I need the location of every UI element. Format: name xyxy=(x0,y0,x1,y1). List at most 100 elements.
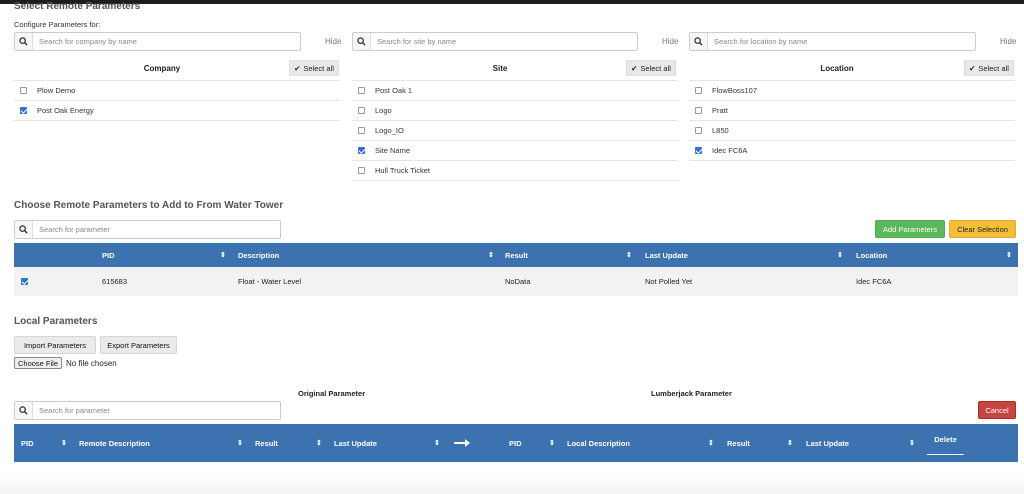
row-checkbox[interactable] xyxy=(21,278,28,285)
sort-icon[interactable]: ⇕ xyxy=(237,424,243,462)
table-row[interactable]: 615683 Float - Water Level NoData Not Po… xyxy=(14,267,1018,296)
list-item-label: Logo xyxy=(375,106,392,115)
column-header-local-description[interactable]: Local Description xyxy=(567,424,630,462)
sort-icon[interactable]: ⇕ xyxy=(220,243,226,267)
sort-icon[interactable]: ⇕ xyxy=(626,243,632,267)
sort-icon[interactable]: ⇕ xyxy=(488,243,494,267)
site-list-item[interactable]: Hull Truck Ticket xyxy=(352,161,678,180)
clear-selection-button[interactable]: Clear Selection xyxy=(949,220,1016,238)
arrow-right-icon xyxy=(454,424,470,462)
divider xyxy=(14,120,340,121)
location-select-all-button[interactable]: ✔ Select all xyxy=(964,60,1014,76)
section-title-select-remote: Select Remote Parameters xyxy=(14,1,141,12)
check-icon: ✔ xyxy=(294,63,301,73)
site-list: Post Oak 1 Logo Logo_IO Site Name Hull Truck… xyxy=(352,80,678,181)
cell-result: NoData xyxy=(505,277,531,286)
sort-icon[interactable]: ⇕ xyxy=(837,243,843,267)
column-header-delete[interactable]: Delete xyxy=(927,424,964,455)
checkbox[interactable] xyxy=(358,107,365,114)
sort-icon[interactable]: ⇕ xyxy=(909,424,915,462)
remote-parameter-search-input[interactable] xyxy=(33,221,280,238)
company-hide-link[interactable]: Hide xyxy=(325,37,341,46)
local-parameter-search-input[interactable] xyxy=(33,402,280,419)
sort-icon[interactable]: ⇕ xyxy=(434,424,440,462)
list-item-label: Hull Truck Ticket xyxy=(375,166,431,175)
checkbox[interactable] xyxy=(695,147,702,154)
location-column-header: Location xyxy=(820,64,854,73)
configure-label: Configure Parameters for: xyxy=(14,20,101,29)
section-title-local-parameters: Local Parameters xyxy=(14,316,98,327)
add-parameters-button[interactable]: Add Parameters xyxy=(875,220,945,238)
list-item-label: Logo_IO xyxy=(375,126,404,135)
column-header-remote-description[interactable]: Remote Description xyxy=(79,424,150,462)
location-list-item[interactable]: Idec FC6A xyxy=(689,141,1015,160)
site-hide-link[interactable]: Hide xyxy=(662,37,678,46)
site-column-header: Site xyxy=(492,64,508,73)
site-search-input[interactable] xyxy=(371,33,637,50)
company-column-header: Company xyxy=(143,64,181,73)
cell-location: Idec FC6A xyxy=(856,277,892,286)
checkbox[interactable] xyxy=(695,107,702,114)
checkbox[interactable] xyxy=(695,127,702,134)
location-list-item[interactable]: L850 xyxy=(689,121,1015,140)
location-search xyxy=(689,32,976,51)
company-search xyxy=(14,32,301,51)
location-list-item[interactable]: FlowBoss107 xyxy=(689,81,1015,100)
sort-icon[interactable]: ⇕ xyxy=(549,424,555,462)
export-parameters-button[interactable]: Export Parameters xyxy=(100,336,177,354)
column-header-local-pid[interactable]: PID xyxy=(509,424,522,462)
cell-last-update: Not Polled Yet xyxy=(645,277,693,286)
column-header-last-update[interactable]: Last Update xyxy=(645,243,688,267)
location-search-input[interactable] xyxy=(708,33,975,50)
remote-table-header: PID ⇕ Description ⇕ Result ⇕ Last Update… xyxy=(14,243,1018,267)
select-all-label: Select all xyxy=(978,63,1009,73)
column-header-location[interactable]: Location xyxy=(856,243,887,267)
site-list-item[interactable]: Logo_IO xyxy=(352,121,678,140)
site-select-all-button[interactable]: ✔ Select all xyxy=(626,60,676,76)
column-header-description[interactable]: Description xyxy=(238,243,279,267)
column-header-local-last-update[interactable]: Last Update xyxy=(806,424,849,462)
checkbox[interactable] xyxy=(20,107,27,114)
sort-icon[interactable]: ⇕ xyxy=(316,424,322,462)
checkbox[interactable] xyxy=(358,147,365,154)
sort-icon[interactable]: ⇕ xyxy=(1006,243,1012,267)
list-item-label: L850 xyxy=(712,126,729,135)
checkbox[interactable] xyxy=(695,87,702,94)
column-header-local-result[interactable]: Result xyxy=(727,424,750,462)
local-parameter-search xyxy=(14,401,281,420)
list-item-label: Idec FC6A xyxy=(712,146,748,155)
lumberjack-parameter-header: Lumberjack Parameter xyxy=(651,389,732,398)
site-list-item[interactable]: Logo xyxy=(352,101,678,120)
sort-icon[interactable]: ⇕ xyxy=(61,424,67,462)
column-header-result[interactable]: Result xyxy=(255,424,278,462)
company-select-all-button[interactable]: ✔ Select all xyxy=(289,60,339,76)
list-item-label: Plow Demo xyxy=(37,86,76,95)
column-header-last-update[interactable]: Last Update xyxy=(334,424,377,462)
checkbox[interactable] xyxy=(358,127,365,134)
column-header-result[interactable]: Result xyxy=(505,243,528,267)
choose-file-button[interactable]: Choose File xyxy=(14,357,63,369)
site-list-item[interactable]: Post Oak 1 xyxy=(352,81,678,100)
column-header-pid[interactable]: PID xyxy=(21,424,34,462)
list-item-label: FlowBoss107 xyxy=(712,86,758,95)
site-list-item[interactable]: Site Name xyxy=(352,141,678,160)
file-status: No file chosen xyxy=(66,358,117,368)
company-search-input[interactable] xyxy=(33,33,300,50)
checkbox[interactable] xyxy=(358,167,365,174)
search-icon xyxy=(15,402,33,419)
sort-icon[interactable]: ⇕ xyxy=(787,424,793,462)
column-header-pid[interactable]: PID xyxy=(102,243,115,267)
company-list-item[interactable]: Plow Demo xyxy=(14,81,340,100)
check-icon: ✔ xyxy=(631,63,638,73)
import-parameters-button[interactable]: Import Parameters xyxy=(14,336,96,354)
sort-icon[interactable]: ⇕ xyxy=(708,424,714,462)
company-list-item[interactable]: Post Oak Energy xyxy=(14,101,340,120)
location-hide-link[interactable]: Hide xyxy=(1000,37,1016,46)
checkbox[interactable] xyxy=(358,87,365,94)
search-icon xyxy=(15,221,33,238)
list-item-label: Post Oak Energy xyxy=(37,106,94,115)
location-list-item[interactable]: Pratt xyxy=(689,101,1015,120)
cancel-button[interactable]: Cancel xyxy=(978,401,1016,419)
checkbox[interactable] xyxy=(20,87,27,94)
cell-description: Float - Water Level xyxy=(238,277,302,286)
